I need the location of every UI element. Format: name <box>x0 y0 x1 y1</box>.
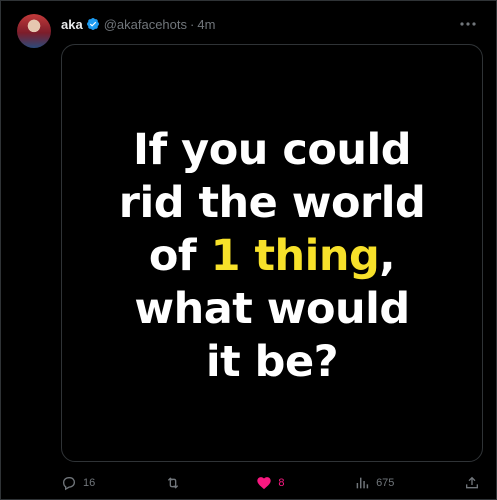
views-button[interactable]: 675 <box>354 475 394 491</box>
separator-dot: · <box>190 16 195 32</box>
author-handle[interactable]: @akafacehots <box>104 17 187 32</box>
reply-icon <box>61 475 77 491</box>
tweet[interactable]: aka @akafacehots · 4m If you could rid t… <box>0 0 497 500</box>
action-bar: 16 8 675 <box>61 473 480 493</box>
retweet-icon <box>165 475 181 491</box>
bar-chart-icon <box>354 475 370 491</box>
share-icon <box>464 475 480 491</box>
poster-text: If you could rid the world of 1 thing, w… <box>119 124 426 389</box>
like-count: 8 <box>278 477 285 489</box>
views-count: 675 <box>376 477 395 489</box>
poster-line-1: If you could <box>133 124 411 175</box>
poster-line-3-suffix: , <box>379 230 396 281</box>
poster-highlight: 1 thing <box>210 230 380 281</box>
tweet-header: aka @akafacehots · 4m <box>61 14 480 34</box>
retweet-button[interactable] <box>165 475 187 491</box>
avatar[interactable] <box>17 14 51 48</box>
tweet-image[interactable]: If you could rid the world of 1 thing, w… <box>61 44 483 462</box>
poster-line-3-prefix: of <box>148 230 211 281</box>
like-button[interactable]: 8 <box>256 475 285 491</box>
reply-button[interactable]: 16 <box>61 475 95 491</box>
timestamp[interactable]: 4m <box>197 17 215 32</box>
poster-line-4: what would <box>134 283 410 334</box>
poster-line-2: rid the world <box>118 177 426 228</box>
heart-icon <box>256 475 272 491</box>
poster-line-5: it be? <box>205 336 339 387</box>
poster-line-3: of 1 thing, <box>119 230 426 283</box>
verified-badge-icon <box>86 17 100 31</box>
author-name[interactable]: aka <box>61 17 83 32</box>
share-button[interactable] <box>464 475 480 491</box>
more-options-icon[interactable] <box>456 14 480 34</box>
reply-count: 16 <box>83 477 96 489</box>
